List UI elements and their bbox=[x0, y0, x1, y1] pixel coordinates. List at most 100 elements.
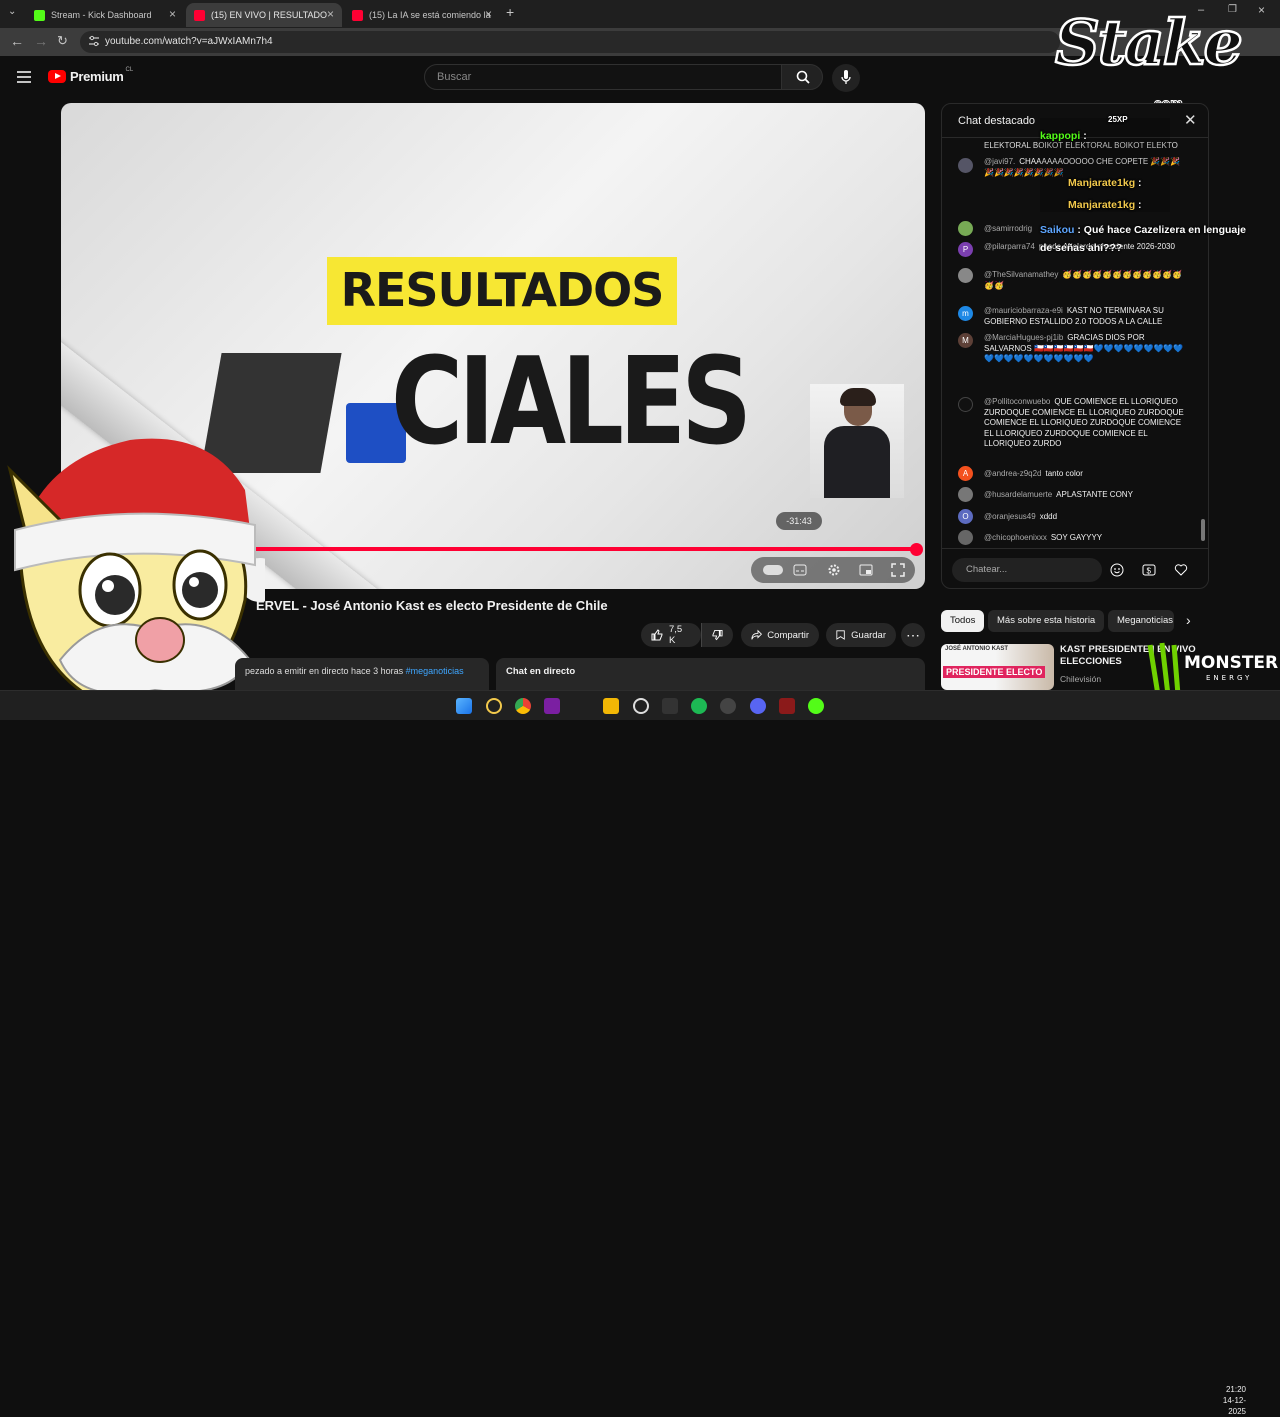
app-icon[interactable] bbox=[779, 698, 795, 714]
norton-icon[interactable] bbox=[486, 698, 502, 714]
start-icon[interactable] bbox=[456, 698, 472, 714]
chat-message: @TheSilvanamathey 🥳🥳🥳🥳🥳🥳🥳🥳🥳🥳🥳🥳🥳🥳 bbox=[984, 270, 1184, 291]
search-icon bbox=[796, 70, 810, 84]
overlay-username: kappopi bbox=[1040, 130, 1081, 142]
settings-icon[interactable] bbox=[827, 563, 841, 577]
youtube-favicon-icon bbox=[194, 9, 205, 21]
save-playlist-icon bbox=[836, 630, 845, 640]
dislike-button[interactable] bbox=[701, 623, 733, 647]
save-button[interactable]: Guardar bbox=[826, 623, 896, 647]
overlay-username: Manjarate1kg bbox=[1068, 177, 1136, 189]
close-tab-icon[interactable]: × bbox=[169, 7, 176, 21]
chat-author[interactable]: @chicophoenixxx bbox=[984, 533, 1047, 542]
monster-sub-text: ENERGY bbox=[1206, 674, 1252, 682]
close-chat-icon[interactable]: ✕ bbox=[1184, 111, 1197, 129]
emoji-icon[interactable] bbox=[1110, 563, 1124, 577]
menu-icon[interactable] bbox=[17, 71, 31, 83]
tab-kick-dashboard[interactable]: Stream - Kick Dashboard × bbox=[26, 3, 184, 27]
tab-title: Stream - Kick Dashboard bbox=[51, 10, 152, 20]
chat-scrollbar[interactable] bbox=[1201, 519, 1205, 541]
tab-youtube-ia[interactable]: (15) La IA se está comiendo la × bbox=[344, 3, 500, 27]
like-button[interactable]: 7,5 K bbox=[641, 623, 701, 647]
youtube-play-icon bbox=[48, 70, 66, 83]
thumbs-up-icon bbox=[651, 629, 663, 641]
svg-text:$: $ bbox=[1147, 567, 1152, 576]
avatar bbox=[958, 158, 973, 173]
taskbar-clock[interactable]: 21:20 14-12-2025 bbox=[1206, 1384, 1246, 1417]
chat-author[interactable]: @husardelamuerte bbox=[984, 490, 1052, 499]
chat-author[interactable]: @Pollitoconwuebo bbox=[984, 397, 1050, 406]
overlay-username: Saikou bbox=[1040, 224, 1075, 236]
avatar bbox=[958, 397, 973, 412]
chat-author[interactable]: @mauriciobarraza-e9i bbox=[984, 306, 1063, 315]
chip-todos[interactable]: Todos bbox=[941, 610, 985, 632]
heart-icon[interactable] bbox=[1174, 563, 1188, 577]
stake-logo: Stake bbox=[1054, 5, 1245, 81]
chat-author[interactable]: @andrea-z9q2d bbox=[984, 469, 1042, 478]
youtube-premium-logo[interactable]: Premium CL bbox=[48, 67, 133, 84]
chat-author[interactable]: @MarciaHugues-pj1ib bbox=[984, 333, 1063, 342]
like-count: 7,5 K bbox=[668, 624, 683, 646]
chat-message: @husardelamuerte APLASTANTE CONY bbox=[984, 490, 1184, 501]
obs-icon[interactable] bbox=[633, 698, 649, 714]
chrome-icon[interactable] bbox=[515, 698, 531, 714]
capcut-icon[interactable] bbox=[662, 698, 678, 714]
url-text: youtube.com/watch?v=aJWxIAMn7h4 bbox=[105, 36, 273, 47]
search-input[interactable]: Buscar bbox=[424, 64, 782, 90]
voice-search-button[interactable] bbox=[832, 64, 860, 92]
logo-text: Premium bbox=[70, 69, 124, 84]
app-icon[interactable] bbox=[544, 698, 560, 714]
subtitles-icon[interactable] bbox=[793, 563, 807, 577]
super-chat-icon[interactable]: $ bbox=[1142, 563, 1156, 577]
chat-mode-dropdown[interactable]: Chat destacado bbox=[958, 115, 1035, 127]
address-bar[interactable]: youtube.com/watch?v=aJWxIAMn7h4 bbox=[80, 31, 1060, 53]
spotify-icon[interactable] bbox=[691, 698, 707, 714]
recommended-thumbnail[interactable]: JOSÉ ANTONIO KAST PRESIDENTE ELECTO bbox=[941, 644, 1054, 690]
share-button[interactable]: Compartir bbox=[741, 623, 819, 647]
chat-message: @chicophoenixxx SOY GAYYYY bbox=[984, 533, 1184, 544]
more-actions-button[interactable]: ⋯ bbox=[901, 623, 925, 647]
chat-author[interactable]: @TheSilvanamathey bbox=[984, 270, 1058, 279]
new-tab-button[interactable]: + bbox=[506, 4, 514, 20]
thumbnail-badge: PRESIDENTE ELECTO bbox=[943, 666, 1046, 678]
chat-input[interactable]: Chatear... bbox=[952, 558, 1102, 582]
back-icon[interactable]: ← bbox=[10, 33, 24, 49]
avatar bbox=[958, 268, 973, 283]
chat-author[interactable]: @javi97. bbox=[984, 157, 1015, 166]
avatar: A bbox=[958, 466, 973, 481]
tab-title: (15) La IA se está comiendo la bbox=[369, 10, 491, 20]
kick-favicon-icon bbox=[34, 9, 45, 21]
tab-search-icon[interactable]: ⌄ bbox=[8, 6, 16, 17]
description-hashtag[interactable]: #meganoticias bbox=[406, 666, 464, 676]
streamer-avatar bbox=[7, 438, 265, 712]
discord-icon[interactable] bbox=[750, 698, 766, 714]
chat-author[interactable]: @samirrodrig bbox=[984, 224, 1032, 233]
avatar bbox=[958, 221, 973, 236]
avatar: M bbox=[958, 333, 973, 348]
search-button[interactable] bbox=[781, 64, 823, 90]
avatar: O bbox=[958, 509, 973, 524]
chip-meganoticias[interactable]: Meganoticias bbox=[1108, 610, 1174, 632]
tab-youtube-live[interactable]: (15) EN VIVO | RESULTADO × bbox=[186, 3, 342, 27]
chat-author[interactable]: @pilarparra74 bbox=[984, 242, 1035, 251]
recommended-channel[interactable]: Chilevisión bbox=[1060, 674, 1101, 684]
chat-author[interactable]: @oranjesus49 bbox=[984, 512, 1036, 521]
forward-icon[interactable]: → bbox=[34, 33, 48, 49]
avatar: m bbox=[958, 306, 973, 321]
chat-message: @oranjesus49 xddd bbox=[984, 512, 1184, 523]
file-explorer-icon[interactable] bbox=[603, 698, 619, 714]
progress-scrubber[interactable] bbox=[910, 543, 923, 556]
chevron-right-icon[interactable]: › bbox=[1186, 612, 1191, 628]
chip-mas-historia[interactable]: Más sobre esta historia bbox=[988, 610, 1105, 632]
tiktok-icon[interactable] bbox=[720, 698, 736, 714]
close-tab-icon[interactable]: × bbox=[485, 7, 492, 21]
autoplay-toggle[interactable] bbox=[763, 565, 783, 575]
close-window-icon[interactable]: × bbox=[1258, 3, 1265, 17]
reload-icon[interactable]: ↻ bbox=[57, 33, 68, 49]
close-tab-icon[interactable]: × bbox=[327, 7, 334, 21]
kick-icon[interactable] bbox=[808, 698, 824, 714]
miniplayer-icon[interactable] bbox=[859, 563, 873, 577]
chat-message-text: xddd bbox=[1039, 512, 1058, 521]
fullscreen-icon[interactable] bbox=[891, 563, 905, 577]
site-info-icon[interactable] bbox=[88, 35, 100, 47]
